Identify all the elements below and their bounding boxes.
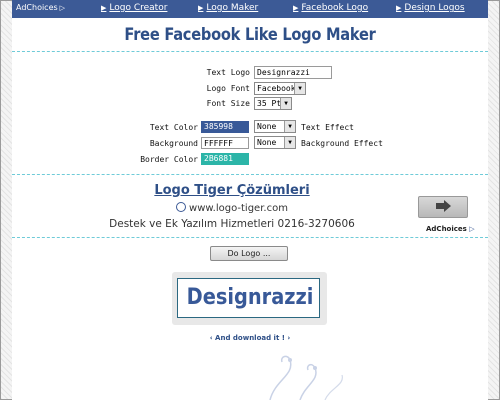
adchoices-ad[interactable]: AdChoices ▷ — [426, 225, 475, 233]
logo-preview-frame: Designrazzi — [172, 272, 327, 325]
ad-arrow-button[interactable] — [418, 196, 468, 218]
font-size-select[interactable]: 35 Pt ▼ — [254, 97, 292, 110]
adchoices-label: AdChoices — [16, 3, 58, 12]
arrow-icon: ▶ — [396, 4, 402, 12]
chevron-down-icon: ▼ — [284, 137, 295, 148]
arrow-icon: ▶ — [293, 4, 299, 12]
nav-link-label: Logo Maker — [206, 3, 259, 13]
background-color-input[interactable]: FFFFFF — [201, 137, 249, 149]
arrow-right-icon — [436, 203, 444, 209]
logo-preview: Designrazzi — [177, 278, 320, 318]
text-logo-input[interactable]: Designrazzi — [254, 66, 332, 79]
logo-font-select[interactable]: Facebook ▼ — [254, 82, 306, 95]
text-color-input[interactable]: 385998 — [201, 121, 249, 133]
globe-icon — [176, 202, 187, 212]
page-title: Free Facebook Like Logo Maker — [124, 25, 376, 45]
border-color-label: Border Color — [140, 155, 198, 164]
adchoices-icon: ▷ — [59, 4, 66, 12]
nav-link-logo-creator[interactable]: ▶ Logo Creator — [101, 3, 167, 13]
do-logo-button[interactable]: Do Logo ... — [210, 246, 288, 261]
decorative-swirl-icon — [269, 355, 343, 400]
chevron-down-icon: ▼ — [280, 98, 291, 109]
nav-link-label: Design Logos — [404, 3, 465, 13]
logo-font-value: Facebook — [257, 84, 296, 93]
ad-url[interactable]: www.logo-tiger.com — [12, 202, 452, 214]
nav-link-label: Facebook Logo — [301, 3, 369, 13]
background-effect-value: None — [257, 138, 277, 147]
arrow-icon: ▶ — [198, 4, 204, 12]
divider — [12, 174, 488, 175]
chevron-down-icon: ▼ — [294, 83, 305, 94]
text-logo-label: Text Logo — [206, 68, 250, 77]
adchoices-icon: ▷ — [469, 225, 475, 233]
border-color-input[interactable]: 2B6881 — [201, 153, 249, 165]
background-effect-label: Background Effect — [301, 139, 383, 148]
nav-link-label: Logo Creator — [109, 3, 168, 13]
font-size-label: Font Size — [206, 99, 250, 108]
divider — [12, 51, 488, 52]
download-link[interactable]: ‹ And download it ! › — [12, 334, 488, 342]
ad-url-text: www.logo-tiger.com — [189, 203, 288, 214]
text-effect-select[interactable]: None ▼ — [254, 120, 296, 133]
font-size-value: 35 Pt — [257, 99, 282, 108]
background-label: Background — [149, 139, 198, 148]
nav-link-design-logos[interactable]: ▶ Design Logos — [396, 3, 465, 13]
nav-link-logo-maker[interactable]: ▶ Logo Maker — [198, 3, 258, 13]
text-color-label: Text Color — [149, 123, 198, 132]
logo-font-label: Logo Font — [206, 84, 250, 93]
ad-description: Destek ve Ek Yazılım Hizmetleri 0216-327… — [109, 218, 355, 230]
arrow-icon: ▶ — [101, 4, 107, 12]
adchoices-top[interactable]: AdChoices ▷ — [16, 3, 65, 12]
arrow-right-icon-head — [444, 200, 451, 212]
nav-link-facebook-logo[interactable]: ▶ Facebook Logo — [293, 3, 368, 13]
chevron-down-icon: ▼ — [284, 121, 295, 132]
logo-preview-text: Designrazzi — [186, 285, 314, 310]
ad-title-link[interactable]: Logo Tiger Çözümleri — [12, 183, 452, 198]
background-effect-select[interactable]: None ▼ — [254, 136, 296, 149]
text-effect-value: None — [257, 122, 277, 131]
divider — [12, 237, 488, 238]
adchoices-ad-label: AdChoices — [426, 225, 467, 233]
text-effect-label: Text Effect — [301, 123, 354, 132]
